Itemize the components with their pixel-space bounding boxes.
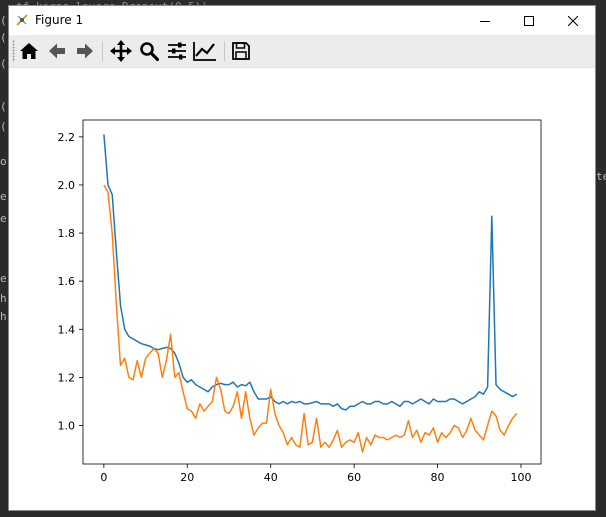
toolbar-separator [102, 41, 103, 61]
navigation-toolbar [9, 35, 595, 68]
code-line: h [0, 292, 7, 305]
code-line: e [0, 190, 7, 203]
line-chart: 0 20 40 60 80 100 1.0 1.2 1.4 1.6 1.8 2.0 2.2 [58, 119, 542, 484]
code-line: e [0, 212, 7, 225]
y-tick-label: 1.2 [58, 371, 76, 384]
code-line: ( [0, 120, 7, 133]
maximize-icon [524, 15, 534, 26]
code-line: ( [0, 57, 7, 70]
code-line: ( [0, 100, 7, 113]
series-line-1 [103, 134, 518, 411]
y-tick-label: 2.0 [58, 179, 76, 192]
close-icon [568, 15, 578, 26]
y-tick-label: 1.4 [58, 323, 76, 336]
series-line-2 [103, 184, 518, 453]
pan-button[interactable] [108, 38, 134, 64]
y-tick-label: 1.8 [58, 227, 76, 240]
code-line: e [0, 272, 7, 285]
matplotlib-icon [16, 14, 28, 26]
save-button[interactable] [228, 38, 254, 64]
edit-axes-button[interactable] [192, 38, 218, 64]
move-icon [110, 40, 132, 62]
minimize-icon [480, 20, 490, 22]
y-tick-label: 1.6 [58, 275, 76, 288]
arrow-left-icon [49, 43, 65, 59]
floppy-disk-icon [232, 42, 250, 60]
home-icon [20, 43, 38, 59]
x-tick-label: 100 [510, 471, 531, 484]
forward-button[interactable] [72, 38, 98, 64]
x-tick-label: 40 [264, 471, 278, 484]
figure-window: Figure 1 0 20 40 60 80 100 1.0 1.2 1.4 1… [8, 5, 596, 511]
x-tick-label: 80 [431, 471, 445, 484]
window-title: Figure 1 [35, 13, 84, 27]
x-tick-label: 0 [100, 471, 107, 484]
sliders-icon [168, 42, 186, 60]
configure-subplots-button[interactable] [164, 38, 190, 64]
magnifier-icon [140, 42, 159, 61]
y-tick-label: 2.2 [58, 131, 76, 144]
toolbar-separator [224, 41, 225, 61]
arrow-right-icon [77, 43, 93, 59]
close-button[interactable] [551, 6, 595, 35]
y-tick-label: 1.0 [58, 420, 76, 433]
axes-frame [82, 119, 542, 465]
line-chart-icon [193, 42, 216, 61]
maximize-button[interactable] [507, 6, 551, 35]
code-line: ( [0, 14, 7, 27]
figure-canvas[interactable]: 0 20 40 60 80 100 1.0 1.2 1.4 1.6 1.8 2.0 2.2 [9, 68, 595, 510]
toolbar-grip [12, 40, 15, 62]
x-tick-label: 60 [347, 471, 361, 484]
zoom-button[interactable] [136, 38, 162, 64]
minimize-button[interactable] [463, 6, 507, 35]
title-bar: Figure 1 [9, 6, 595, 35]
back-button[interactable] [44, 38, 70, 64]
code-line: ( [0, 31, 7, 44]
x-tick-label: 20 [180, 471, 194, 484]
code-line: te [596, 170, 606, 183]
code-line: h [0, 310, 7, 323]
code-line: o [0, 155, 7, 168]
home-button[interactable] [16, 38, 42, 64]
